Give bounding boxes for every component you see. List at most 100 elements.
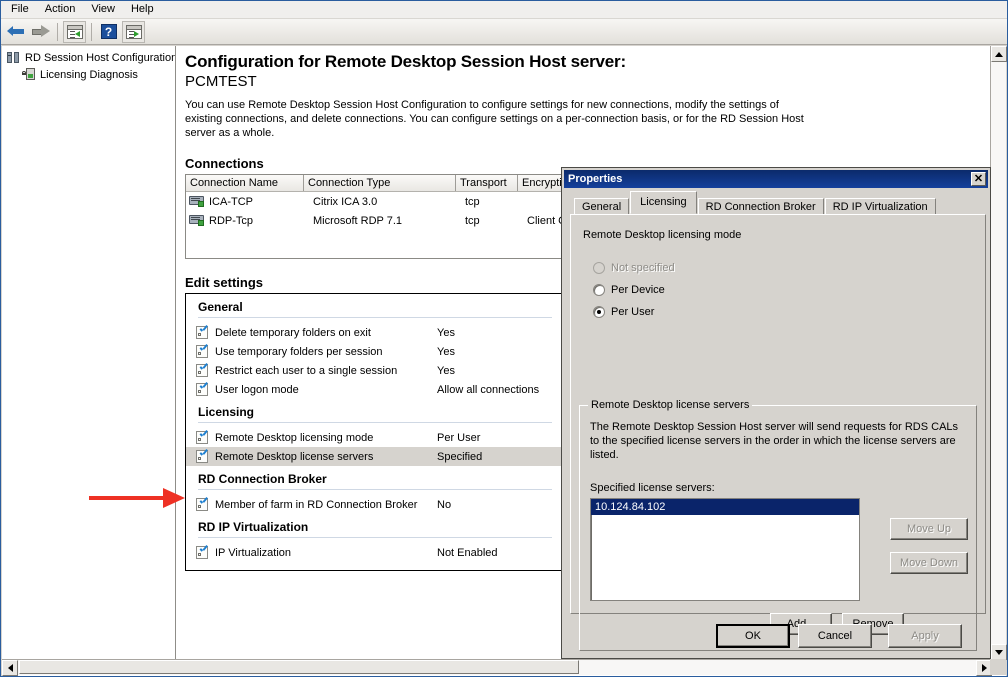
dialog-footer: OK Cancel Apply <box>570 624 986 650</box>
property-sheet-icon <box>196 363 209 378</box>
property-sheet-icon <box>196 545 209 560</box>
show-hide-action-pane-icon[interactable] <box>122 20 145 43</box>
menu-help[interactable]: Help <box>123 1 162 18</box>
groupbox-description: The Remote Desktop Session Host server w… <box>590 421 959 461</box>
rd-session-host-icon <box>7 51 21 65</box>
setting-value: Yes <box>437 326 455 339</box>
page-description: You can use Remote Desktop Session Host … <box>185 99 804 139</box>
licensing-tab-panel: Remote Desktop licensing mode Not specif… <box>570 214 986 651</box>
setting-label: Member of farm in RD Connection Broker <box>215 498 418 511</box>
settings-group-title-rd-connection-broker: RD Connection Broker <box>198 472 327 486</box>
close-icon[interactable]: ✕ <box>971 172 986 186</box>
setting-value: Not Enabled <box>437 546 498 559</box>
setting-value: Allow all connections <box>437 383 540 396</box>
setting-row-restrict-single-session[interactable]: Restrict each user to a single session Y… <box>186 361 562 380</box>
radio-row-not-specified[interactable]: Not specified <box>571 257 985 279</box>
edit-settings-panel: General Delete temporary folders on exit… <box>185 294 563 571</box>
resize-grip[interactable] <box>990 659 1006 675</box>
license-servers-groupbox: Remote Desktop license servers The Remot… <box>579 399 977 651</box>
move-up-button[interactable]: Move Up <box>890 518 968 540</box>
connection-icon <box>189 214 205 227</box>
settings-group-title-licensing: Licensing <box>198 405 255 419</box>
setting-label: IP Virtualization <box>215 546 292 559</box>
menu-file[interactable]: File <box>3 1 37 18</box>
rd-session-host-configuration-window: File Action View Help ? RD Session Host … <box>0 0 1008 677</box>
scroll-down-icon[interactable] <box>991 644 1007 660</box>
column-header-transport[interactable]: Transport <box>456 175 518 191</box>
setting-row-licensing-mode[interactable]: Remote Desktop licensing mode Per User <box>186 428 562 447</box>
back-arrow-icon[interactable] <box>4 21 27 43</box>
help-icon[interactable]: ? <box>97 21 120 43</box>
property-sheet-icon <box>196 449 209 464</box>
move-down-button[interactable]: Move Down <box>890 552 968 574</box>
radio-row-per-user[interactable]: Per User <box>571 301 985 323</box>
groupbox-legend: Remote Desktop license servers <box>588 399 753 411</box>
radio-per-user-icon[interactable] <box>593 306 605 318</box>
setting-row-ip-virtualization[interactable]: IP Virtualization Not Enabled <box>186 543 562 562</box>
horizontal-scroll-thumb[interactable] <box>19 660 579 674</box>
toolbar: ? <box>1 19 1007 45</box>
list-item[interactable]: 10.124.84.102 <box>591 499 859 515</box>
connection-icon <box>189 195 205 208</box>
radio-not-specified-icon[interactable] <box>593 262 605 274</box>
properties-dialog: Properties ✕ General Licensing RD Connec… <box>561 167 991 659</box>
setting-row-license-servers[interactable]: Remote Desktop license servers Specified <box>186 447 562 466</box>
dialog-title-bar[interactable]: Properties ✕ <box>564 170 988 188</box>
tab-licensing[interactable]: Licensing <box>630 191 697 214</box>
sidebar-item-rd-session-host-configuration[interactable]: RD Session Host Configuration: <box>4 49 175 66</box>
menu-action[interactable]: Action <box>37 1 84 18</box>
vertical-scrollbar[interactable] <box>990 46 1007 660</box>
setting-row-user-logon-mode[interactable]: User logon mode Allow all connections <box>186 380 562 399</box>
licensing-mode-label: Remote Desktop licensing mode <box>583 229 742 241</box>
specified-license-servers-label: Specified license servers: <box>590 482 715 494</box>
setting-row-use-temp-folders-per-session[interactable]: Use temporary folders per session Yes <box>186 342 562 361</box>
column-header-connection-type[interactable]: Connection Type <box>304 175 456 191</box>
show-hide-console-tree-icon[interactable] <box>63 20 86 43</box>
cancel-button[interactable]: Cancel <box>798 624 872 648</box>
page-subtitle: PCMTEST <box>185 73 257 90</box>
menu-view[interactable]: View <box>83 1 123 18</box>
property-sheet-icon <box>196 325 209 340</box>
scroll-up-icon[interactable] <box>991 46 1007 62</box>
sidebar-item-label: RD Session Host Configuration: <box>25 51 176 64</box>
setting-row-delete-temp-folders[interactable]: Delete temporary folders on exit Yes <box>186 323 562 342</box>
toolbar-separator-2 <box>91 22 92 41</box>
ok-button[interactable]: OK <box>716 624 790 648</box>
setting-value: Yes <box>437 345 455 358</box>
dialog-title: Properties <box>568 173 623 185</box>
console-tree: RD Session Host Configuration: Licensing… <box>2 46 176 660</box>
horizontal-scrollbar[interactable] <box>2 659 992 676</box>
setting-value: No <box>437 498 452 511</box>
radio-per-device-icon[interactable] <box>593 284 605 296</box>
setting-label: Delete temporary folders on exit <box>215 326 371 339</box>
setting-row-member-of-farm[interactable]: Member of farm in RD Connection Broker N… <box>186 495 562 514</box>
property-sheet-icon <box>196 382 209 397</box>
radio-label: Per Device <box>611 284 665 296</box>
settings-group-title-general: General <box>198 300 243 314</box>
setting-value: Per User <box>437 431 481 444</box>
apply-button[interactable]: Apply <box>888 624 962 648</box>
scroll-left-icon[interactable] <box>2 660 18 676</box>
property-sheet-icon <box>196 344 209 359</box>
cell-transport: tcp <box>465 195 480 208</box>
setting-label: Remote Desktop license servers <box>215 450 374 463</box>
license-servers-listbox[interactable]: 10.124.84.102 <box>590 498 860 601</box>
radio-label: Per User <box>611 306 655 318</box>
cell-transport: tcp <box>465 214 480 227</box>
sidebar-item-licensing-diagnosis[interactable]: Licensing Diagnosis <box>4 66 175 83</box>
setting-value: Yes <box>437 364 455 377</box>
radio-label: Not specified <box>611 262 675 274</box>
column-header-connection-name[interactable]: Connection Name <box>186 175 304 191</box>
forward-arrow-icon[interactable] <box>29 21 52 43</box>
cell-connection-name: RDP-Tcp <box>209 214 254 227</box>
setting-label: Use temporary folders per session <box>215 345 383 358</box>
sidebar-item-label: Licensing Diagnosis <box>40 68 138 81</box>
radio-row-per-device[interactable]: Per Device <box>571 279 985 301</box>
property-sheet-icon <box>196 430 209 445</box>
dialog-body: General Licensing RD Connection Broker R… <box>564 188 988 658</box>
setting-label: Remote Desktop licensing mode <box>215 431 374 444</box>
menu-bar: File Action View Help <box>1 1 1007 19</box>
toolbar-separator-1 <box>57 22 58 41</box>
setting-label: User logon mode <box>215 383 299 396</box>
setting-value: Specified <box>437 450 483 463</box>
